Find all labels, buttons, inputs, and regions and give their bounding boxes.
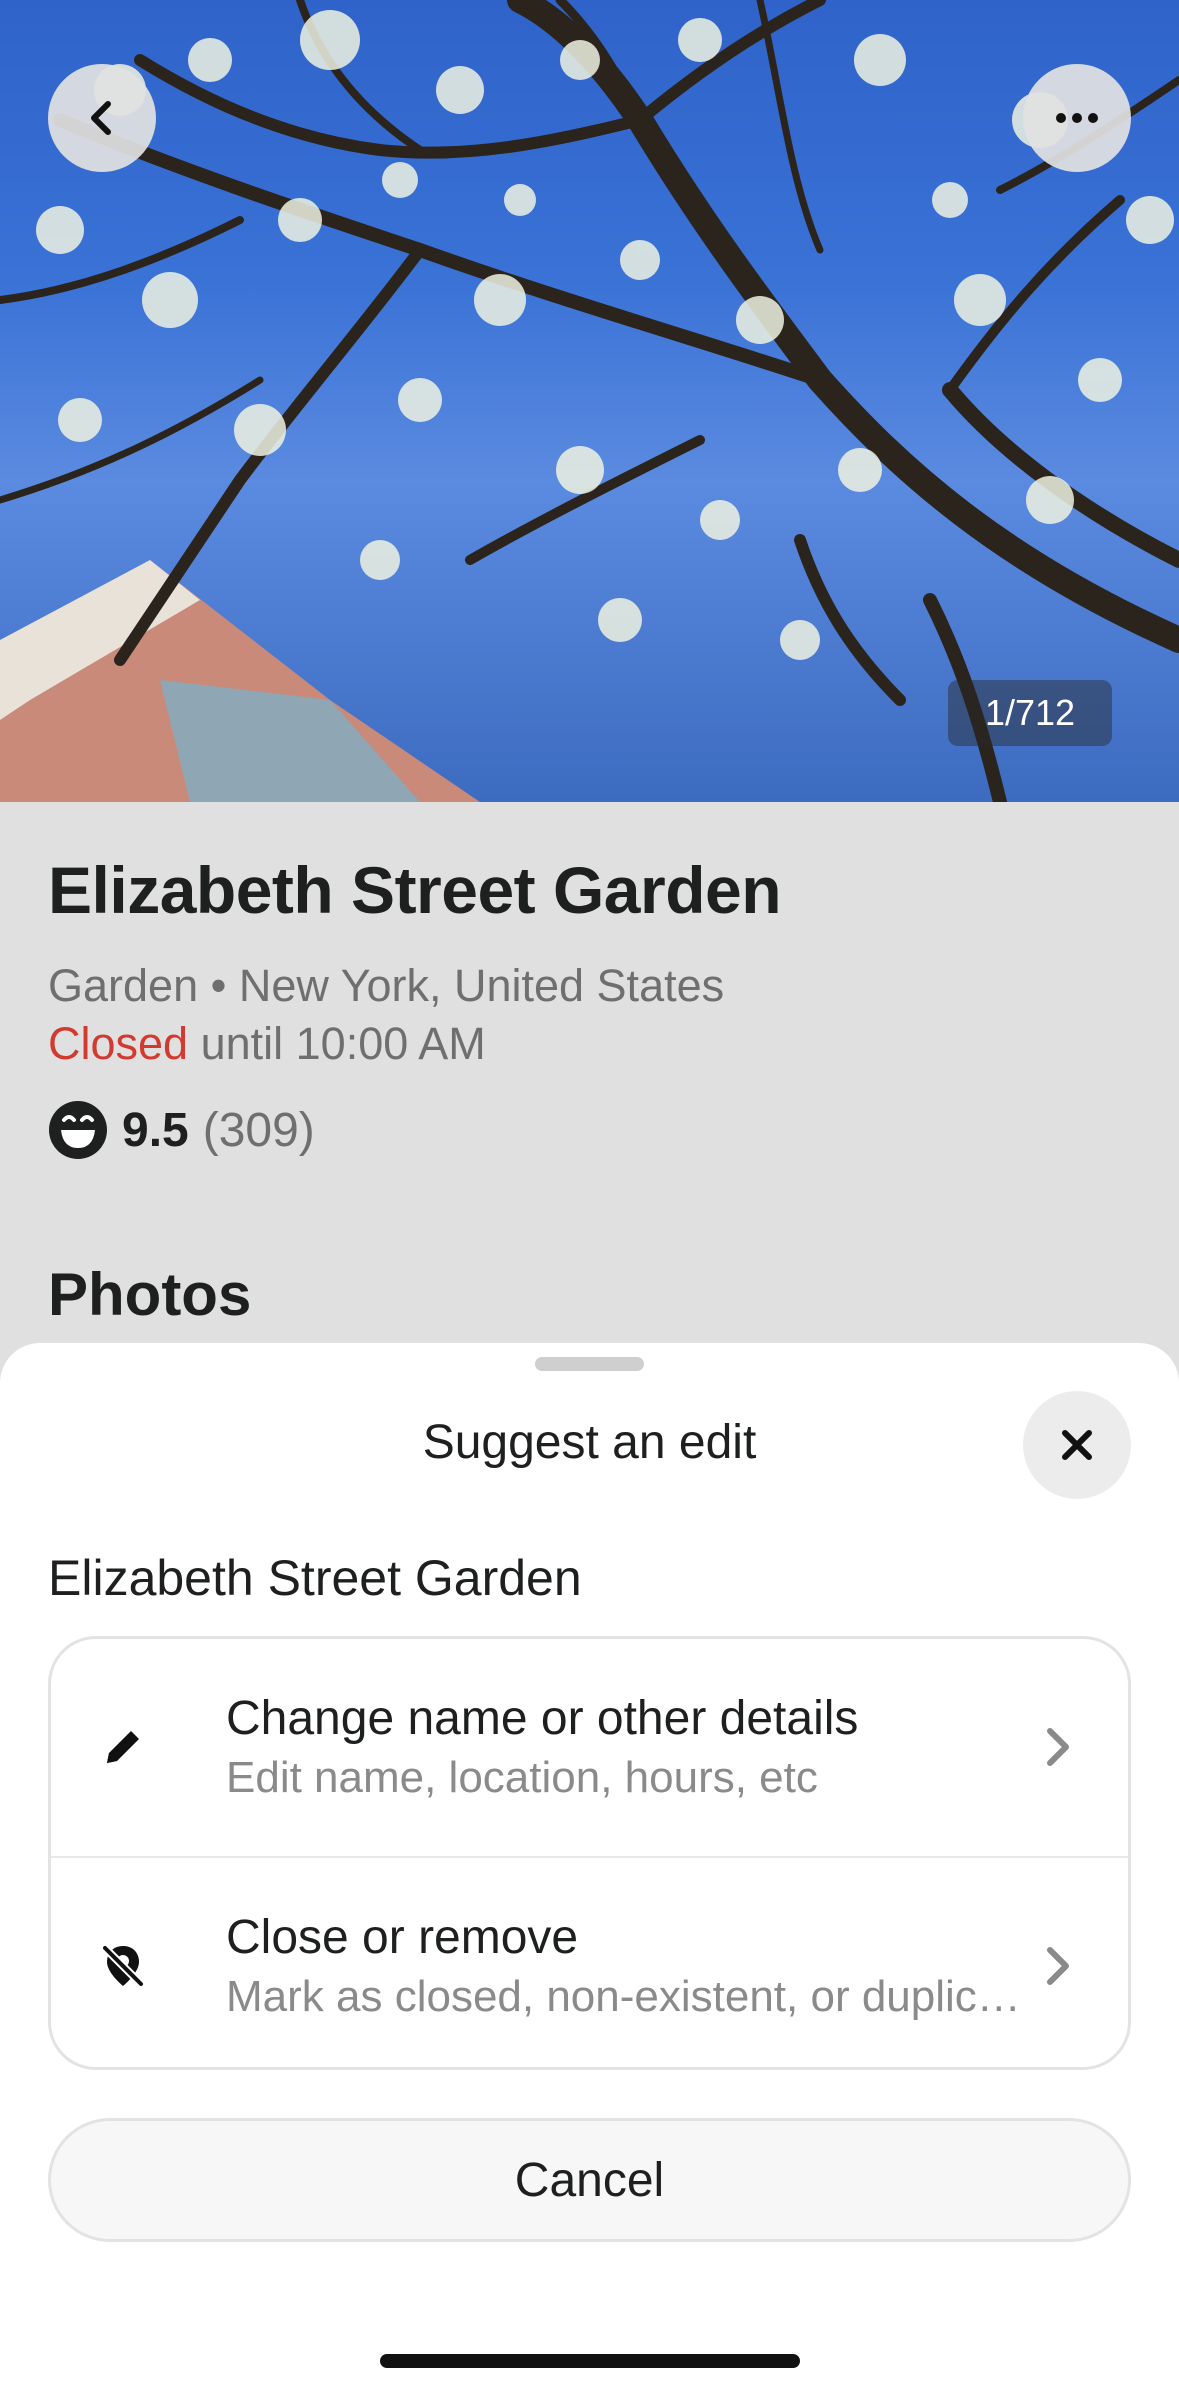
more-button[interactable] (1023, 64, 1131, 172)
rating-score: 9.5 (122, 1103, 189, 1157)
place-title: Elizabeth Street Garden (48, 853, 782, 927)
sheet-title: Suggest an edit (422, 1416, 757, 1469)
chevron-right-icon (1036, 1723, 1080, 1771)
option-title: Change name or other details (226, 1692, 859, 1745)
pencil-icon (95, 1719, 151, 1775)
home-indicator[interactable] (380, 2354, 800, 2368)
sheet-place-name: Elizabeth Street Garden (48, 1550, 582, 1606)
option-title: Close or remove (226, 1911, 579, 1964)
close-button[interactable] (1023, 1391, 1131, 1499)
place-category-location: Garden • New York, United States (48, 960, 725, 1011)
suggest-edit-sheet: Suggest an edit Elizabeth Street Garden … (0, 1343, 1179, 2396)
option-change-details[interactable]: Change name or other details Edit name, … (51, 1639, 1128, 1856)
sheet-grabber[interactable] (535, 1357, 644, 1371)
cancel-button[interactable]: Cancel (48, 2118, 1131, 2242)
hero-photo[interactable]: 1/712 (0, 0, 1179, 802)
chevron-left-icon (91, 101, 111, 135)
photo-counter: 1/712 (948, 680, 1112, 746)
option-subtitle: Mark as closed, non-existent, or duplica… (226, 1972, 1026, 2021)
option-subtitle: Edit name, location, hours, etc (226, 1753, 818, 1802)
back-button[interactable] (48, 64, 156, 172)
ellipsis-icon (1056, 113, 1098, 123)
rating-row[interactable]: 9.5 (309) (48, 1098, 315, 1162)
option-close-remove[interactable]: Close or remove Mark as closed, non-exis… (51, 1856, 1128, 2067)
rating-count: (309) (202, 1103, 315, 1157)
location-off-icon (95, 1938, 151, 1994)
chevron-right-icon (1036, 1942, 1080, 1990)
status-closed: Closed (48, 1018, 189, 1069)
edit-options-list: Change name or other details Edit name, … (48, 1636, 1131, 2070)
grin-face-icon (49, 1101, 107, 1159)
status-detail: until 10:00 AM (188, 1018, 486, 1069)
close-icon (1062, 1430, 1092, 1460)
place-hours: Closed until 10:00 AM (48, 1018, 486, 1070)
photos-heading: Photos (48, 1261, 252, 1328)
